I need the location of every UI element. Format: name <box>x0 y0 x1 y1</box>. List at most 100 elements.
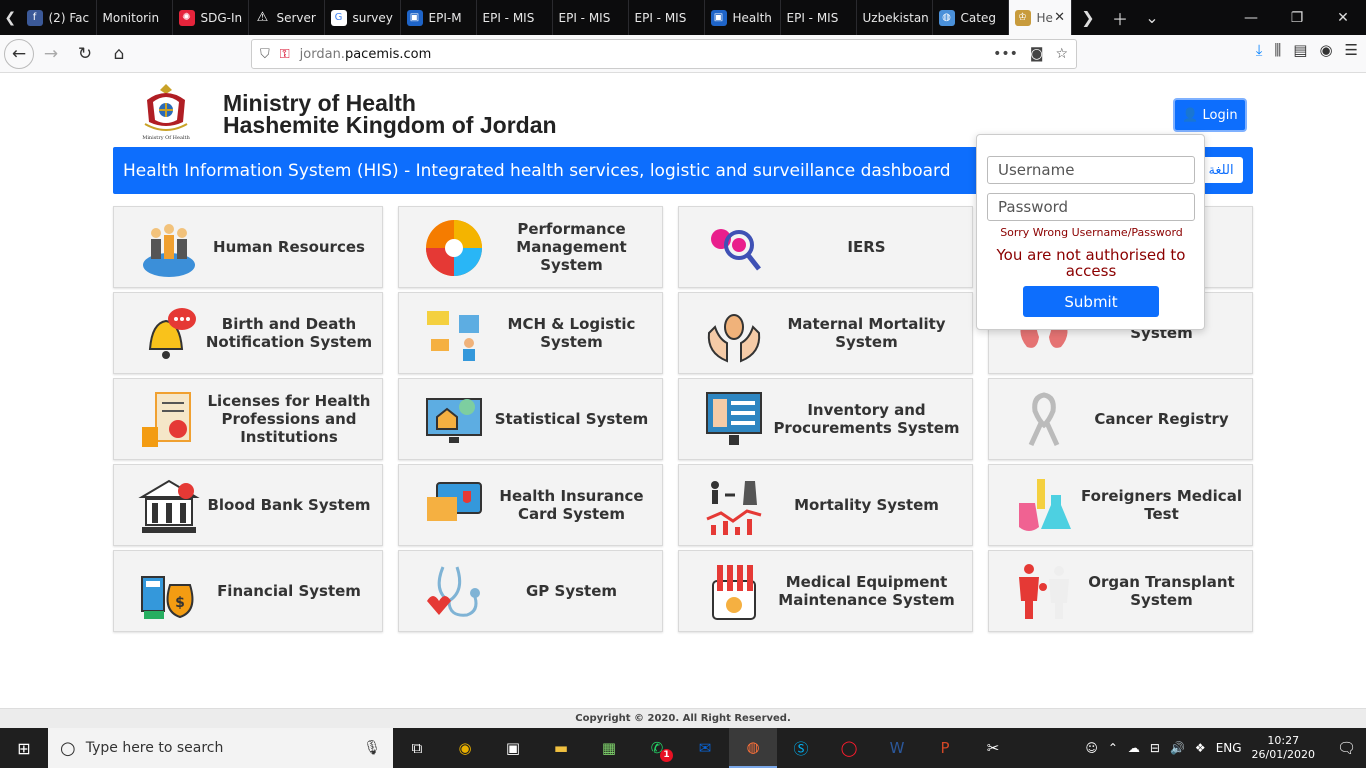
insecure-lock-icon[interactable]: ⚿ <box>280 47 290 62</box>
notifications-icon[interactable]: 🗨 <box>1337 739 1356 757</box>
browser-tab[interactable]: EPI - MIS <box>629 0 705 35</box>
username-input[interactable] <box>987 156 1195 184</box>
onedrive-icon[interactable]: ☁ <box>1128 741 1140 755</box>
module-card[interactable]: IERS <box>678 206 973 288</box>
windows-start-icon[interactable]: ⊞ <box>0 728 48 768</box>
submit-button[interactable]: Submit <box>1023 286 1159 317</box>
bookmark-star-icon[interactable]: ☆ <box>1055 46 1068 62</box>
back-icon[interactable]: ← <box>4 38 34 69</box>
module-label: Organ Transplant System <box>1088 573 1235 609</box>
browser-tab[interactable]: ⚠ Server <box>249 0 325 35</box>
whatsapp-icon[interactable]: ✆ 1 <box>633 728 681 768</box>
clock[interactable]: 10:27 26/01/2020 <box>1252 734 1315 762</box>
browser-tab[interactable]: Uzbekistan <box>857 0 933 35</box>
tab-label: He <box>1036 10 1053 25</box>
browser-tab[interactable]: ▣ Health <box>705 0 781 35</box>
chrome-icon[interactable]: ◉ <box>441 728 489 768</box>
login-button[interactable]: 👤 Login <box>1173 98 1247 132</box>
module-card[interactable]: $ Financial System <box>113 550 383 632</box>
powerpoint-icon[interactable]: P <box>921 728 969 768</box>
download-icon[interactable]: ⤓ <box>1256 41 1263 59</box>
new-tab-icon[interactable]: ＋ <box>1104 6 1136 30</box>
task-view-icon[interactable]: ⧉ <box>393 728 441 768</box>
banner-title: Health Information System (HIS) - Integr… <box>123 160 951 181</box>
browser-tab[interactable]: ▣ EPI-M <box>401 0 477 35</box>
module-card[interactable]: Health Insurance Card System <box>398 464 663 546</box>
people-icon[interactable]: ☺ <box>1085 741 1098 755</box>
module-card[interactable]: Organ Transplant System <box>988 550 1253 632</box>
network-icon[interactable]: ⊟ <box>1150 741 1160 755</box>
forward-icon[interactable]: → <box>34 37 68 71</box>
module-card[interactable]: Blood Bank System <box>113 464 383 546</box>
browser-tab[interactable]: ✺ SDG-In <box>173 0 249 35</box>
clock-date: 26/01/2020 <box>1251 748 1315 761</box>
facebook-icon: f <box>26 9 43 26</box>
language-indicator[interactable]: ENG <box>1216 741 1242 755</box>
cortana-icon: ○ <box>60 737 76 759</box>
restore-icon[interactable]: ❐ <box>1274 10 1320 26</box>
microphone-icon[interactable]: 🎙 <box>363 740 381 756</box>
module-card[interactable]: GP System <box>398 550 663 632</box>
module-card[interactable]: Inventory and Procurements System <box>678 378 973 460</box>
account-icon[interactable]: ◉ <box>1319 41 1332 59</box>
snipping-tool-icon[interactable]: ✂ <box>969 728 1017 768</box>
menu-icon[interactable]: ☰ <box>1345 41 1358 59</box>
taskbar-search[interactable]: ○ Type here to search 🎙 <box>48 728 393 768</box>
module-card[interactable]: Medical Equipment Maintenance System <box>678 550 973 632</box>
library-icon[interactable]: ⫼ <box>1274 41 1281 59</box>
module-card[interactable]: Performance Management System <box>398 206 663 288</box>
module-card[interactable]: MCH & Logistic System <box>398 292 663 374</box>
browser-tab[interactable]: ◍ Categ <box>933 0 1009 35</box>
module-card[interactable]: Statistical System <box>398 378 663 460</box>
file-explorer-icon[interactable]: ▬ <box>537 728 585 768</box>
word-icon[interactable]: W <box>873 728 921 768</box>
show-hidden-icons[interactable]: ⌃ <box>1108 741 1118 755</box>
tab-label: EPI - MIS <box>482 10 535 25</box>
home-icon[interactable]: ⌂ <box>102 37 136 71</box>
url-bar[interactable]: ⛉ ⚿ jordan. pacemis.com ••• ◙ ☆ <box>251 39 1077 69</box>
opera-icon[interactable]: ◯ <box>825 728 873 768</box>
module-card[interactable]: Maternal Mortality System <box>678 292 973 374</box>
network-app-icon[interactable]: ▣ <box>489 728 537 768</box>
minimize-icon[interactable]: — <box>1228 10 1274 26</box>
tab-scroll-left-icon[interactable]: ❮ <box>0 0 21 35</box>
browser-tab[interactable]: EPI - MIS <box>477 0 553 35</box>
tab-scroll-right-icon[interactable]: ❯ <box>1072 8 1104 27</box>
pocket-icon[interactable]: ◙ <box>1030 46 1044 62</box>
firefox-icon[interactable]: ◍ <box>729 728 777 768</box>
browser-tab[interactable]: Gsurvey <box>325 0 401 35</box>
skype-icon[interactable]: Ⓢ <box>777 728 825 768</box>
test-flask-icon <box>1013 475 1075 537</box>
language-button[interactable]: اللغة <box>1199 157 1243 183</box>
login-popup: Sorry Wrong Username/Password You are no… <box>976 134 1205 330</box>
module-card[interactable]: Birth and Death Notification System <box>113 292 383 374</box>
module-card[interactable]: Licenses for Health Professions and Inst… <box>113 378 383 460</box>
tab-list-icon[interactable]: ⌄ <box>1136 8 1168 27</box>
login-label: Login <box>1202 107 1238 123</box>
module-card[interactable]: Foreigners Medical Test <box>988 464 1253 546</box>
close-tab-icon[interactable]: ✕ <box>1054 10 1065 25</box>
module-card[interactable]: Human Resources <box>113 206 383 288</box>
password-input[interactable] <box>987 193 1195 221</box>
module-label: Performance Management System <box>516 220 627 274</box>
sidebar-icon[interactable]: ▤ <box>1293 41 1307 59</box>
tab-label: survey <box>352 10 393 25</box>
tab-active[interactable]: ♔ He ✕ <box>1008 0 1072 35</box>
human-resources-icon <box>138 217 200 279</box>
notepad-icon[interactable]: ▦ <box>585 728 633 768</box>
volume-icon[interactable]: 🔊 <box>1170 741 1185 755</box>
browser-tab[interactable]: EPI - MIS <box>553 0 629 35</box>
outlook-icon[interactable]: ✉ <box>681 728 729 768</box>
crest-icon: ♔ <box>1014 9 1031 26</box>
shield-icon[interactable]: ⛉ <box>260 47 270 62</box>
page-actions-icon[interactable]: ••• <box>993 46 1018 62</box>
window-close-icon[interactable]: ✕ <box>1320 10 1366 26</box>
browser-tab[interactable]: Monitorin <box>97 0 173 35</box>
module-card[interactable]: Mortality System <box>678 464 973 546</box>
dropbox-icon[interactable]: ❖ <box>1195 741 1206 755</box>
module-card[interactable]: Cancer Registry <box>988 378 1253 460</box>
google-icon: G <box>330 9 347 26</box>
browser-tab[interactable]: EPI - MIS <box>781 0 857 35</box>
reload-icon[interactable]: ↻ <box>68 37 102 71</box>
browser-tab[interactable]: f (2) Fac <box>21 0 97 35</box>
